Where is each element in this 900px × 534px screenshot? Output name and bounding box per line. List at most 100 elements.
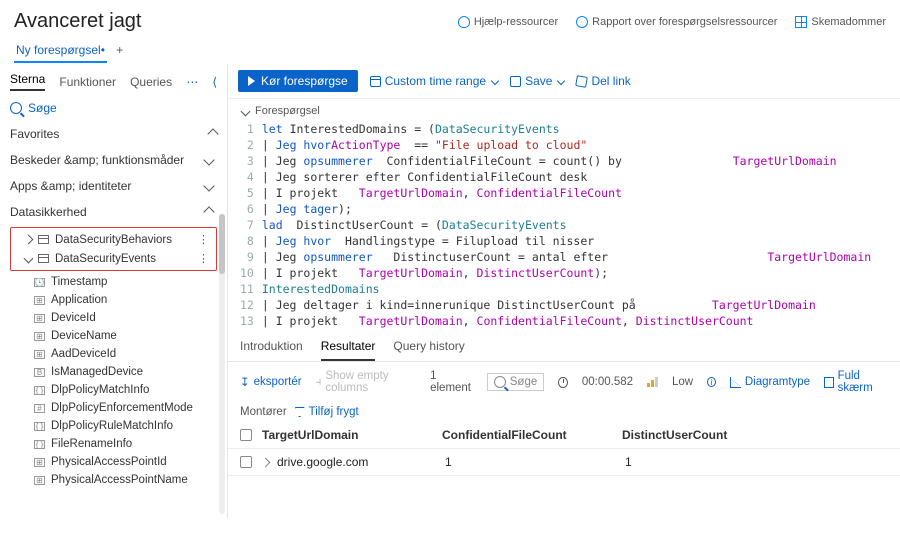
clock-icon bbox=[558, 377, 568, 388]
show-empty-toggle[interactable]: ⫞Show empty columns bbox=[316, 370, 417, 394]
column-physicalaccesspointname[interactable]: ⊞PhysicalAccessPointName bbox=[4, 471, 223, 489]
column-label: DlpPolicyMatchInfo bbox=[51, 384, 149, 396]
columns-icon: ⫞ bbox=[316, 376, 322, 389]
tab-introduction[interactable]: Introduktion bbox=[240, 339, 303, 361]
tab-queries[interactable]: Queries bbox=[130, 75, 172, 89]
chart-icon bbox=[730, 377, 741, 388]
column-header[interactable]: ConfidentialFileCount bbox=[442, 428, 622, 442]
query-tabs: Ny forespørgsel• + bbox=[0, 39, 900, 64]
export-label: eksportér bbox=[254, 376, 302, 388]
column-label: DeviceId bbox=[51, 312, 96, 324]
scroll-thumb[interactable] bbox=[219, 214, 225, 274]
column-aaddeviceid[interactable]: ⊞AadDeviceId bbox=[4, 345, 223, 363]
page-title: Avanceret jagt bbox=[14, 10, 142, 33]
column-label: FileRenameInfo bbox=[51, 438, 132, 450]
tab-functions[interactable]: Funktioner bbox=[59, 75, 116, 89]
cell: 1 bbox=[625, 455, 805, 469]
column-type-icon: B bbox=[34, 368, 45, 377]
column-deviceid[interactable]: ⊞DeviceId bbox=[4, 309, 223, 327]
results-table-header: TargetUrlDomain ConfidentialFileCount Di… bbox=[228, 422, 900, 449]
column-filerenameinfo[interactable]: { }FileRenameInfo bbox=[4, 435, 223, 453]
tab-schema[interactable]: Sterna bbox=[10, 72, 45, 91]
sidebar-tabs: Sterna Funktioner Queries ⋯ ⟨ bbox=[0, 64, 227, 95]
column-application[interactable]: ⊞Application bbox=[4, 291, 223, 309]
tab-query-history[interactable]: Query history bbox=[393, 339, 464, 361]
chevron-right-icon bbox=[24, 235, 34, 245]
resource-bars-icon bbox=[647, 377, 658, 387]
save-button[interactable]: Save bbox=[510, 74, 564, 88]
group-apps[interactable]: Apps &amp; identiteter bbox=[4, 173, 223, 199]
chevron-down-icon bbox=[203, 154, 214, 165]
tab-results[interactable]: Resultater bbox=[321, 339, 376, 361]
lightbulb-icon bbox=[458, 16, 470, 28]
column-dlppolicyrulematchinfo[interactable]: { }DlpPolicyRuleMatchInfo bbox=[4, 417, 223, 435]
sidebar-collapse-icon[interactable]: ⟨ bbox=[212, 75, 217, 89]
chevron-up-icon bbox=[203, 206, 214, 217]
results-tabs: Introduktion Resultater Query history bbox=[228, 331, 900, 362]
add-filter-button[interactable]: Tilføj frygt bbox=[295, 406, 359, 418]
table-icon bbox=[38, 254, 49, 263]
query-editor[interactable]: Forespørgsel 1 2 3 4 5 6 7 8 9 10 11 12 … bbox=[228, 99, 900, 331]
fullscreen-button[interactable]: Fuld skærm bbox=[824, 370, 888, 394]
save-label: Save bbox=[525, 74, 552, 88]
column-label: AadDeviceId bbox=[51, 348, 116, 360]
highlighted-tables: DataSecurityBehaviors ⋮ DataSecurityEven… bbox=[10, 227, 217, 271]
chevron-up-icon bbox=[207, 128, 218, 139]
chart-button[interactable]: Diagramtype bbox=[730, 376, 810, 388]
export-button[interactable]: ↧eksportér bbox=[240, 375, 302, 389]
sidebar-search[interactable]: Søge bbox=[0, 95, 227, 121]
share-button[interactable]: Del link bbox=[576, 74, 630, 88]
run-query-button[interactable]: Kør forespørgse bbox=[238, 70, 358, 92]
select-all-checkbox[interactable] bbox=[240, 429, 252, 441]
column-type-icon: { } bbox=[34, 386, 45, 395]
tab-new-query[interactable]: Ny forespørgsel• bbox=[14, 39, 107, 63]
query-time: 00:00.582 bbox=[582, 376, 633, 388]
table-datasecuritybehaviors[interactable]: DataSecurityBehaviors ⋮ bbox=[11, 230, 216, 249]
help-resources-link[interactable]: Hjælp-ressourcer bbox=[458, 16, 558, 28]
column-dlppolicyenforcementmode[interactable]: #DlpPolicyEnforcementMode bbox=[4, 399, 223, 417]
column-header[interactable]: TargetUrlDomain bbox=[262, 428, 442, 442]
add-tab-button[interactable]: + bbox=[110, 43, 123, 57]
cell: 1 bbox=[445, 455, 625, 469]
group-alerts[interactable]: Beskeder &amp; funktionsmåder bbox=[4, 147, 223, 173]
column-type-icon: 🕓 bbox=[34, 278, 45, 287]
kebab-icon[interactable]: ⋮ bbox=[198, 233, 210, 246]
table-datasecurityevents[interactable]: DataSecurityEvents ⋮ bbox=[11, 249, 216, 268]
column-ismanageddevice[interactable]: BIsManagedDevice bbox=[4, 363, 223, 381]
query-code[interactable]: let InterestedDomains = (DataSecurityEve… bbox=[262, 121, 900, 329]
info-icon[interactable]: i bbox=[707, 377, 716, 387]
sidebar-more-icon[interactable]: ⋯ bbox=[186, 75, 198, 89]
column-timestamp[interactable]: 🕓 Timestamp bbox=[4, 273, 223, 291]
kebab-icon[interactable]: ⋮ bbox=[198, 252, 210, 265]
group-apps-label: Apps &amp; identiteter bbox=[10, 179, 131, 193]
column-physicalaccesspointid[interactable]: ⊞PhysicalAccessPointId bbox=[4, 453, 223, 471]
search-icon bbox=[494, 376, 506, 388]
sidebar-scrollbar[interactable] bbox=[219, 214, 225, 514]
group-datasecurity[interactable]: Datasikkerhed bbox=[4, 199, 223, 225]
favorites-section[interactable]: Favorites bbox=[0, 121, 227, 147]
share-icon bbox=[576, 75, 589, 88]
schema-ref-link[interactable]: Skemadommer bbox=[795, 16, 886, 28]
results-search[interactable]: Søge bbox=[487, 373, 545, 391]
timerange-label: Custom time range bbox=[385, 74, 486, 88]
add-filter-label: Tilføj frygt bbox=[309, 406, 359, 418]
table-row[interactable]: drive.google.com 1 1 bbox=[228, 449, 900, 476]
chevron-down-icon bbox=[203, 180, 214, 191]
header-links: Hjælp-ressourcer Rapport over forespørgs… bbox=[458, 16, 886, 28]
column-label: Timestamp bbox=[51, 276, 107, 288]
column-header[interactable]: DistinctUserCount bbox=[622, 428, 802, 442]
main-pane: Kør forespørgse Custom time range Save D… bbox=[228, 64, 900, 518]
line-numbers: 1 2 3 4 5 6 7 8 9 10 11 12 13 bbox=[240, 121, 262, 329]
expand-row-icon[interactable] bbox=[261, 457, 271, 467]
column-label: DlpPolicyEnforcementMode bbox=[51, 402, 193, 414]
search-icon bbox=[10, 102, 22, 114]
globe-icon bbox=[576, 16, 588, 28]
query-resources-report-link[interactable]: Rapport over forespørgselsressourcer bbox=[576, 16, 777, 28]
timerange-button[interactable]: Custom time range bbox=[370, 74, 498, 88]
query-section-header[interactable]: Forespørgsel bbox=[240, 103, 890, 121]
column-dlppolicymatchinfo[interactable]: { } DlpPolicyMatchInfo bbox=[4, 381, 223, 399]
filter-label: Montører bbox=[240, 406, 287, 418]
column-devicename[interactable]: ⊞DeviceName bbox=[4, 327, 223, 345]
schema-tree: Beskeder &amp; funktionsmåder Apps &amp;… bbox=[0, 147, 227, 518]
row-checkbox[interactable] bbox=[240, 456, 252, 468]
